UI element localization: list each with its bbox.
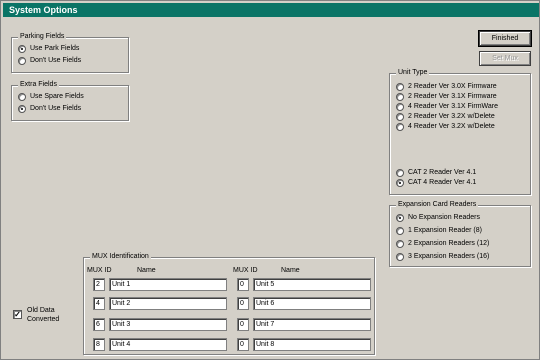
mux-id-column-header-left: MUX ID bbox=[87, 267, 112, 274]
radio-button[interactable] bbox=[396, 253, 404, 261]
parking-fields-legend: Parking Fields bbox=[18, 32, 67, 42]
set-mux-button[interactable]: Set Mux bbox=[479, 51, 531, 66]
window-title: System Options bbox=[9, 5, 78, 15]
mux-id-field-6[interactable]: 0 bbox=[237, 297, 249, 310]
name-column-header-right: Name bbox=[281, 267, 300, 274]
radio-unit-type-1[interactable]: 2 Reader Ver 3.0X Firmware bbox=[396, 82, 497, 92]
unit-type-group: Unit Type 2 Reader Ver 3.0X Firmware 2 R… bbox=[389, 68, 531, 195]
radio-unit-type-3[interactable]: 4 Reader Ver 3.1X FirmWare bbox=[396, 102, 498, 112]
radio-use-spare-fields[interactable]: Use Spare Fields bbox=[18, 92, 84, 102]
radio-button[interactable] bbox=[396, 93, 404, 101]
radio-unit-type-cat2[interactable]: CAT 2 Reader Ver 4.1 bbox=[396, 168, 476, 178]
mux-id-field-4[interactable]: 8 bbox=[93, 338, 105, 351]
radio-label: Don't Use Fields bbox=[30, 57, 82, 64]
radio-label: CAT 2 Reader Ver 4.1 bbox=[408, 169, 477, 176]
radio-button[interactable] bbox=[396, 179, 404, 187]
expansion-readers-legend: Expansion Card Readers bbox=[396, 200, 479, 210]
radio-button[interactable] bbox=[396, 113, 404, 121]
extra-fields-legend: Extra Fields bbox=[18, 80, 59, 90]
old-data-converted-checkbox[interactable]: ✓ bbox=[13, 310, 22, 319]
extra-fields-group: Extra Fields Use Spare Fields Don't Use … bbox=[11, 80, 129, 121]
system-options-window: System Options Finished Set Mux Parking … bbox=[0, 0, 540, 360]
mux-id-field-2[interactable]: 4 bbox=[93, 297, 105, 310]
mux-name-field-5[interactable]: Unit 5 bbox=[253, 278, 371, 291]
mux-id-field-1[interactable]: 2 bbox=[93, 278, 105, 291]
mux-name-field-7[interactable]: Unit 7 bbox=[253, 318, 371, 331]
mux-id-field-5[interactable]: 0 bbox=[237, 278, 249, 291]
radio-label: Use Spare Fields bbox=[30, 93, 84, 100]
radio-button[interactable] bbox=[396, 123, 404, 131]
radio-label: 3 Expansion Readers (16) bbox=[408, 253, 490, 260]
radio-expansion-none[interactable]: No Expansion Readers bbox=[396, 213, 480, 223]
radio-label: No Expansion Readers bbox=[408, 214, 480, 221]
mux-name-field-2[interactable]: Unit 2 bbox=[109, 297, 227, 310]
radio-button[interactable] bbox=[396, 214, 404, 222]
radio-unit-type-4[interactable]: 2 Reader Ver 3.2X w/Delete bbox=[396, 112, 495, 122]
radio-unit-type-2[interactable]: 2 Reader Ver 3.1X Firmware bbox=[396, 92, 497, 102]
radio-dont-use-extra-fields[interactable]: Don't Use Fields bbox=[18, 104, 81, 114]
mux-id-field-3[interactable]: 6 bbox=[93, 318, 105, 331]
title-bar[interactable]: System Options bbox=[3, 3, 539, 17]
radio-button[interactable] bbox=[396, 169, 404, 177]
name-column-header-left: Name bbox=[137, 267, 156, 274]
unit-type-legend: Unit Type bbox=[396, 68, 430, 78]
radio-dont-use-park-fields[interactable]: Don't Use Fields bbox=[18, 56, 81, 66]
radio-unit-type-cat4[interactable]: CAT 4 Reader Ver 4.1 bbox=[396, 178, 476, 188]
radio-button[interactable] bbox=[18, 57, 26, 65]
mux-name-field-4[interactable]: Unit 4 bbox=[109, 338, 227, 351]
radio-unit-type-5[interactable]: 4 Reader Ver 3.2X w/Delete bbox=[396, 122, 495, 132]
finished-button[interactable]: Finished bbox=[478, 30, 532, 47]
old-data-label-line2: Converted bbox=[27, 316, 60, 323]
radio-button[interactable] bbox=[18, 93, 26, 101]
radio-use-park-fields[interactable]: Use Park Fields bbox=[18, 44, 79, 54]
mux-id-column-header-right: MUX ID bbox=[233, 267, 258, 274]
radio-button[interactable] bbox=[396, 227, 404, 235]
radio-button[interactable] bbox=[396, 83, 404, 91]
radio-label: 2 Reader Ver 3.1X Firmware bbox=[408, 93, 497, 100]
old-data-label-line1: Old Data bbox=[27, 307, 55, 314]
mux-name-field-3[interactable]: Unit 3 bbox=[109, 318, 227, 331]
mux-identification-legend: MUX Identification bbox=[90, 252, 151, 262]
radio-expansion-1[interactable]: 1 Expansion Reader (8) bbox=[396, 226, 482, 236]
radio-label: 2 Reader Ver 3.0X Firmware bbox=[408, 83, 497, 90]
mux-name-field-1[interactable]: Unit 1 bbox=[109, 278, 227, 291]
radio-button[interactable] bbox=[18, 45, 26, 53]
radio-label: CAT 4 Reader Ver 4.1 bbox=[408, 179, 477, 186]
mux-name-field-6[interactable]: Unit 6 bbox=[253, 297, 371, 310]
radio-label: 2 Reader Ver 3.2X w/Delete bbox=[408, 113, 495, 120]
radio-button[interactable] bbox=[396, 103, 404, 111]
mux-id-field-7[interactable]: 0 bbox=[237, 318, 249, 331]
radio-expansion-2[interactable]: 2 Expansion Readers (12) bbox=[396, 239, 489, 249]
radio-label: 4 Reader Ver 3.2X w/Delete bbox=[408, 123, 495, 130]
parking-fields-group: Parking Fields Use Park Fields Don't Use… bbox=[11, 32, 129, 73]
radio-label: 4 Reader Ver 3.1X FirmWare bbox=[408, 103, 498, 110]
radio-label: Don't Use Fields bbox=[30, 105, 82, 112]
radio-button[interactable] bbox=[396, 240, 404, 248]
radio-expansion-3[interactable]: 3 Expansion Readers (16) bbox=[396, 252, 489, 262]
mux-id-field-8[interactable]: 0 bbox=[237, 338, 249, 351]
radio-button[interactable] bbox=[18, 105, 26, 113]
expansion-readers-group: Expansion Card Readers No Expansion Read… bbox=[389, 200, 531, 267]
radio-label: 1 Expansion Reader (8) bbox=[408, 227, 482, 234]
radio-label: Use Park Fields bbox=[30, 45, 80, 52]
radio-label: 2 Expansion Readers (12) bbox=[408, 240, 490, 247]
mux-name-field-8[interactable]: Unit 8 bbox=[253, 338, 371, 351]
